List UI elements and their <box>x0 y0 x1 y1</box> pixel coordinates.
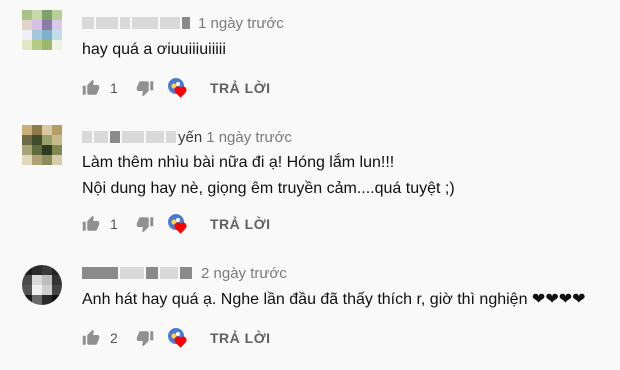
avatar-pixel <box>32 295 42 305</box>
thumbs-up-icon[interactable] <box>82 215 100 233</box>
avatar-pixel <box>52 145 62 155</box>
comment-actions: 1 TRẢ LỜI <box>82 213 271 235</box>
avatar-pixel <box>32 40 42 50</box>
author-name[interactable]: yến <box>178 129 202 146</box>
comment-header: 2 ngày trước <box>82 264 287 282</box>
comment-actions: 1 TRẢ LỜI <box>82 77 271 99</box>
avatar-pixel <box>52 40 62 50</box>
like-count: 2 <box>110 330 118 346</box>
reply-button[interactable]: TRẢ LỜI <box>210 330 271 346</box>
avatar-pixel <box>42 155 52 165</box>
avatar-pixel <box>22 155 32 165</box>
redacted-author-name-part <box>132 17 158 29</box>
comment-actions: 2 TRẢ LỜI <box>82 327 271 349</box>
avatar-pixel <box>42 275 52 285</box>
user-avatar[interactable] <box>22 265 62 305</box>
avatar-pixel <box>32 30 42 40</box>
avatar-pixel <box>42 125 52 135</box>
creator-heart-icon <box>166 213 190 235</box>
avatar-pixel <box>32 20 42 30</box>
avatar-pixel <box>22 285 32 295</box>
avatar-pixel <box>32 285 42 295</box>
avatar-pixel <box>52 135 62 145</box>
like-count: 1 <box>110 80 118 96</box>
comment-text-line: Nội dung hay nè, giọng êm truyền cảm....… <box>82 180 455 197</box>
avatar-pixel <box>52 295 62 305</box>
avatar-pixel <box>42 285 52 295</box>
avatar-pixel <box>22 295 32 305</box>
reply-button[interactable]: TRẢ LỜI <box>210 80 271 96</box>
comment-timestamp[interactable]: 1 ngày trước <box>206 129 292 146</box>
redacted-author-name-part <box>160 267 178 279</box>
avatar-pixel <box>42 40 52 50</box>
user-avatar[interactable] <box>22 10 62 50</box>
redacted-author-name-part <box>96 17 118 29</box>
redacted-author-name-part <box>160 17 180 29</box>
avatar-pixel <box>32 145 42 155</box>
redacted-author-name-part <box>146 267 158 279</box>
user-avatar[interactable] <box>22 125 62 165</box>
avatar-pixel <box>42 265 52 275</box>
comment-thread: 1 ngày trước hay quá a ơiuuiiiuiiiii 1 T… <box>0 0 620 370</box>
avatar-pixel <box>22 265 32 275</box>
comment-text-line: Làm thêm nhìu bài nữa đi ạ! Hóng lắm lun… <box>82 154 395 171</box>
avatar-pixel <box>22 275 32 285</box>
redacted-author-name-part <box>122 131 144 143</box>
redacted-author-name-part <box>166 131 176 143</box>
avatar-pixel <box>32 155 42 165</box>
redacted-author-name-part <box>110 131 120 143</box>
avatar-pixel <box>32 135 42 145</box>
avatar-pixel <box>22 30 32 40</box>
comment-timestamp[interactable]: 1 ngày trước <box>198 15 284 32</box>
creator-heart-icon <box>166 77 190 99</box>
comment-text-line: Anh hát hay quá ạ. Nghe lần đầu đã thấy … <box>82 291 586 308</box>
redacted-author-name-part <box>94 131 108 143</box>
redacted-author-name[interactable] <box>82 131 92 143</box>
reply-button[interactable]: TRẢ LỜI <box>210 216 271 232</box>
avatar-pixel <box>42 20 52 30</box>
avatar-pixel <box>32 265 42 275</box>
avatar-pixel <box>32 10 42 20</box>
avatar-pixel <box>52 20 62 30</box>
creator-heart-icon <box>166 327 190 349</box>
avatar-pixel <box>22 125 32 135</box>
avatar-pixel <box>22 40 32 50</box>
avatar-pixel <box>52 285 62 295</box>
thumbs-down-icon[interactable] <box>136 329 154 347</box>
avatar-pixel <box>42 10 52 20</box>
thumbs-down-icon[interactable] <box>136 215 154 233</box>
avatar-pixel <box>52 125 62 135</box>
avatar-pixel <box>32 275 42 285</box>
comment-header: 1 ngày trước <box>82 14 284 32</box>
redacted-author-name-part <box>120 267 144 279</box>
redacted-author-name-part <box>120 17 130 29</box>
avatar-pixel <box>32 125 42 135</box>
avatar-pixel <box>52 10 62 20</box>
redacted-author-name[interactable] <box>82 267 118 279</box>
avatar-pixel <box>42 135 52 145</box>
like-count: 1 <box>110 216 118 232</box>
redacted-author-name-part <box>146 131 164 143</box>
comment-header: yến 1 ngày trước <box>82 128 292 146</box>
thumbs-up-icon[interactable] <box>82 79 100 97</box>
avatar-pixel <box>22 145 32 155</box>
redacted-author-name[interactable] <box>82 17 94 29</box>
avatar-pixel <box>42 295 52 305</box>
avatar-pixel <box>22 10 32 20</box>
comment-timestamp[interactable]: 2 ngày trước <box>201 265 287 282</box>
avatar-pixel <box>52 30 62 40</box>
comment-text-line: hay quá a ơiuuiiiuiiiii <box>82 41 226 58</box>
avatar-pixel <box>52 275 62 285</box>
thumbs-up-icon[interactable] <box>82 329 100 347</box>
avatar-pixel <box>22 135 32 145</box>
avatar-pixel <box>42 145 52 155</box>
avatar-pixel <box>22 20 32 30</box>
avatar-pixel <box>52 155 62 165</box>
avatar-pixel <box>42 30 52 40</box>
avatar-pixel <box>52 265 62 275</box>
redacted-author-name-part <box>182 17 190 29</box>
redacted-author-name-part <box>180 267 192 279</box>
thumbs-down-icon[interactable] <box>136 79 154 97</box>
